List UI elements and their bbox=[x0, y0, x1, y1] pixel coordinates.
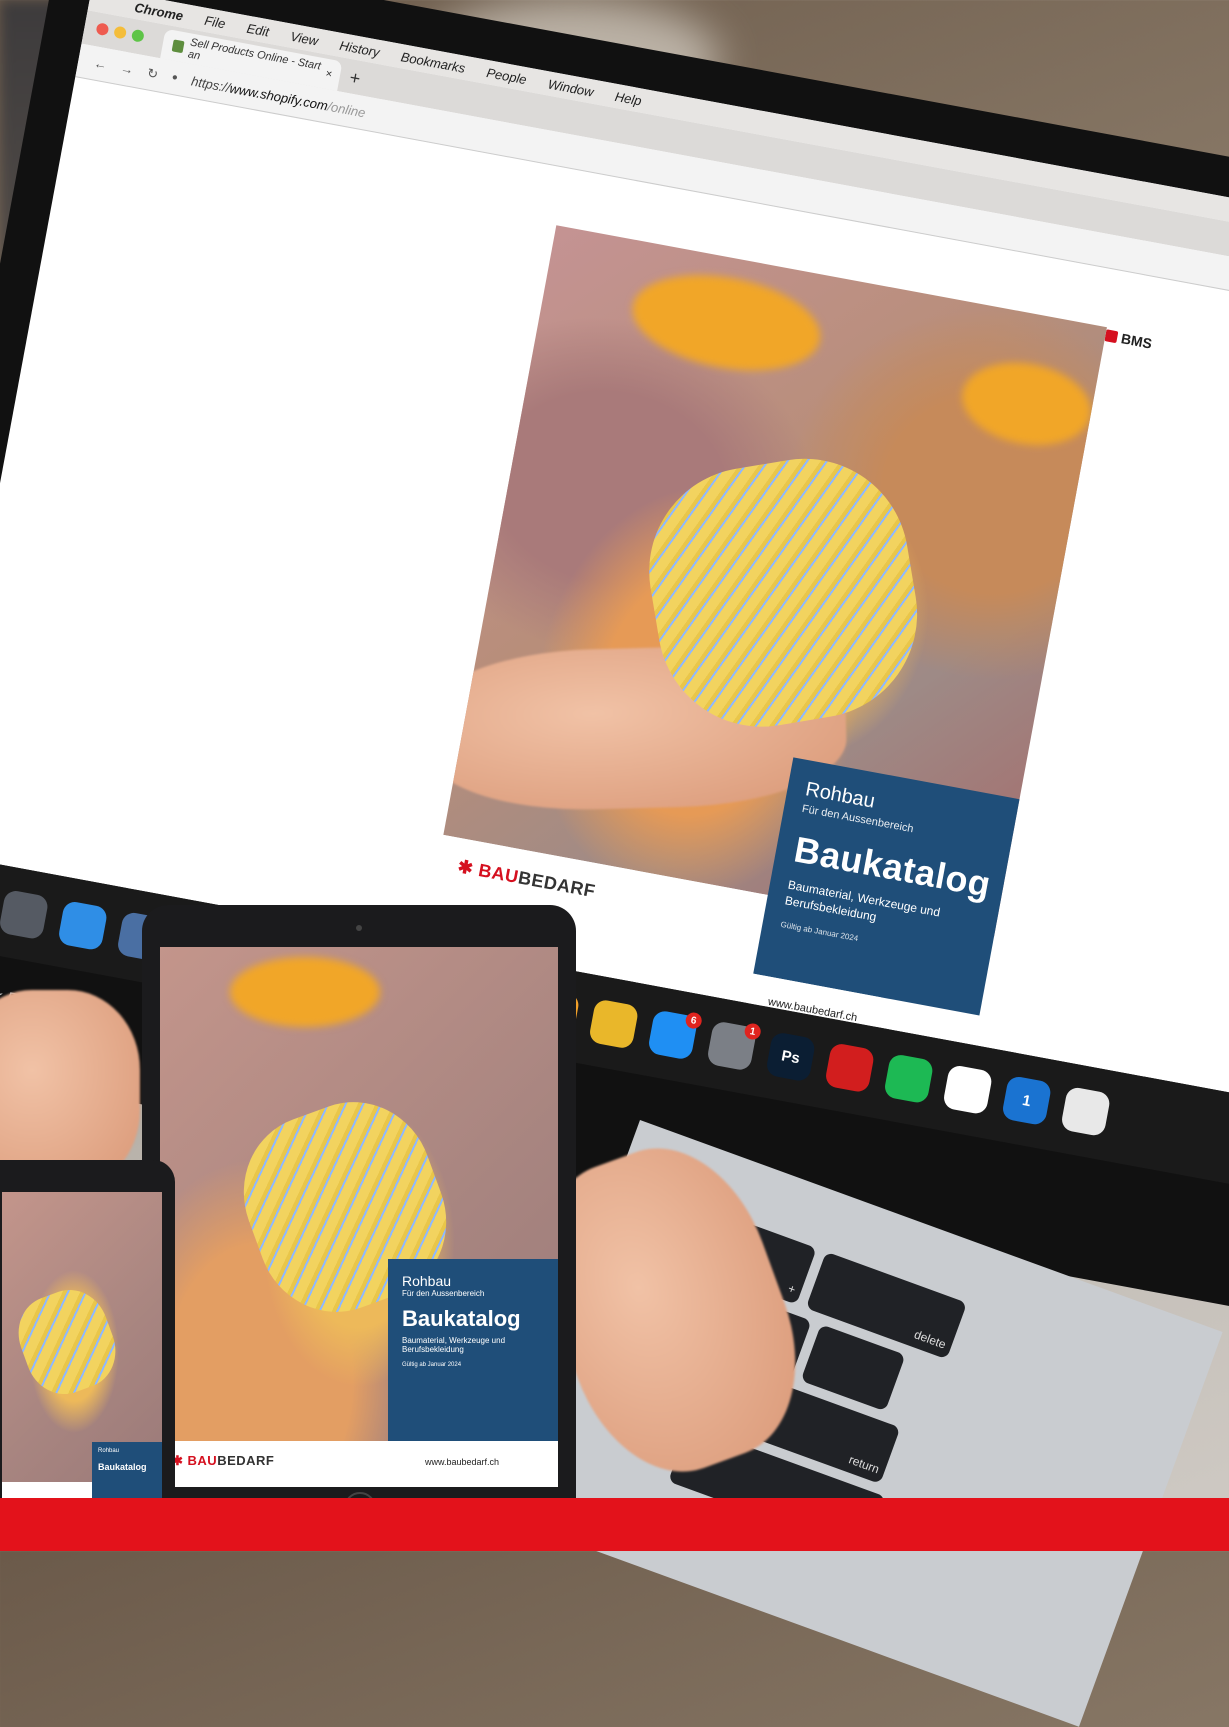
menu-edit[interactable]: Edit bbox=[246, 20, 271, 39]
tablet-website: www.baubedarf.ch bbox=[425, 1457, 500, 1467]
brand-dark: BEDARF bbox=[516, 867, 598, 902]
phone: Rohbau Baukatalog BAUBEDARF bbox=[0, 1160, 175, 1551]
minimize-window-icon[interactable] bbox=[113, 25, 128, 40]
tablet-camera bbox=[356, 925, 362, 931]
system-preferences-icon[interactable]: 1 bbox=[706, 1020, 763, 1072]
menu-help[interactable]: Help bbox=[614, 88, 643, 108]
bms-mark-icon bbox=[1104, 329, 1119, 344]
phone-cover-title: Baukatalog bbox=[98, 1462, 147, 1472]
tablet-cover-subsection: Für den Aussenbereich bbox=[402, 1289, 485, 1298]
tablet-cover-subtitle: Baumaterial, Werkzeuge und Berufsbekleid… bbox=[402, 1336, 506, 1354]
tablet-helmet bbox=[230, 957, 380, 1027]
tablet-cover-footer: ✱ BAUBEDARF www.baubedarf.ch bbox=[160, 1441, 558, 1487]
1password-label: 1 bbox=[1021, 1091, 1033, 1110]
app-store-badge: 6 bbox=[684, 1011, 704, 1030]
tablet-brand-logo: ✱ BAUBEDARF bbox=[172, 1453, 275, 1468]
menu-view[interactable]: View bbox=[289, 28, 319, 48]
acrobat-doc-icon[interactable] bbox=[1060, 1085, 1112, 1138]
url-path: /online bbox=[326, 98, 367, 121]
photoshop-icon[interactable]: Ps bbox=[765, 1031, 817, 1083]
spotify-icon[interactable] bbox=[883, 1053, 935, 1105]
safari-icon[interactable] bbox=[57, 900, 109, 952]
bms-logo: BMS bbox=[1104, 327, 1154, 352]
apple-icon[interactable]:  bbox=[102, 0, 114, 10]
lock-icon: ● bbox=[170, 71, 179, 84]
system-preferences-badge: 1 bbox=[743, 1022, 763, 1041]
bms-logo-text: BMS bbox=[1119, 330, 1154, 352]
url-prefix: https:// bbox=[190, 73, 232, 96]
baubedarf-logo: ✱ BAUBEDARF bbox=[456, 856, 598, 902]
catalog-cover: ✱ BAUBEDARF Rohbau Für den Aussenbereich… bbox=[428, 225, 1107, 1047]
back-icon[interactable]: ← bbox=[93, 55, 109, 72]
helmet-right bbox=[955, 352, 1098, 456]
app-store-icon[interactable]: 6 bbox=[647, 1009, 704, 1061]
helmet-left bbox=[624, 261, 828, 385]
acrobat-icon[interactable] bbox=[824, 1042, 876, 1094]
photoshop-label: Ps bbox=[780, 1046, 802, 1067]
zoom-window-icon[interactable] bbox=[130, 28, 145, 43]
menu-file[interactable]: File bbox=[203, 12, 226, 31]
close-window-icon[interactable] bbox=[95, 22, 110, 37]
tab-close-icon[interactable]: × bbox=[325, 68, 334, 81]
new-tab-button[interactable]: + bbox=[348, 67, 362, 90]
tablet-cover-title: Baukatalog bbox=[402, 1306, 521, 1331]
tablet-cover-validity: Gültig ab Januar 2024 bbox=[402, 1362, 462, 1368]
tablet-screen: Rohbau Für den Aussenbereich Baukatalog … bbox=[160, 947, 558, 1487]
chrome-icon[interactable] bbox=[588, 998, 640, 1050]
reload-icon[interactable]: ↻ bbox=[146, 65, 159, 83]
red-footer-band bbox=[0, 1498, 1229, 1551]
phone-screen: Rohbau Baukatalog BAUBEDARF bbox=[2, 1192, 162, 1522]
1password-icon[interactable]: 1 bbox=[1001, 1074, 1053, 1127]
phone-cover-section: Rohbau bbox=[98, 1448, 120, 1454]
menu-people[interactable]: People bbox=[485, 65, 528, 87]
tablet-brand-dark: BEDARF bbox=[217, 1453, 275, 1468]
tablet-cover-title-box: Rohbau Für den Aussenbereich Baukatalog … bbox=[388, 1259, 558, 1441]
brand-red: BAU bbox=[476, 860, 521, 888]
menu-history[interactable]: History bbox=[338, 37, 381, 59]
forward-icon[interactable]: → bbox=[119, 60, 135, 77]
shopify-favicon-icon bbox=[171, 39, 185, 54]
tablet-brand-red: BAU bbox=[187, 1453, 218, 1468]
launchpad-icon[interactable] bbox=[0, 889, 50, 941]
slack-icon[interactable] bbox=[942, 1064, 994, 1116]
tablet-cover-section: Rohbau bbox=[402, 1273, 452, 1289]
tablet: Rohbau Für den Aussenbereich Baukatalog … bbox=[142, 905, 576, 1525]
cover-title-box: Rohbau Für den Aussenbereich Baukatalog … bbox=[753, 757, 1020, 1016]
